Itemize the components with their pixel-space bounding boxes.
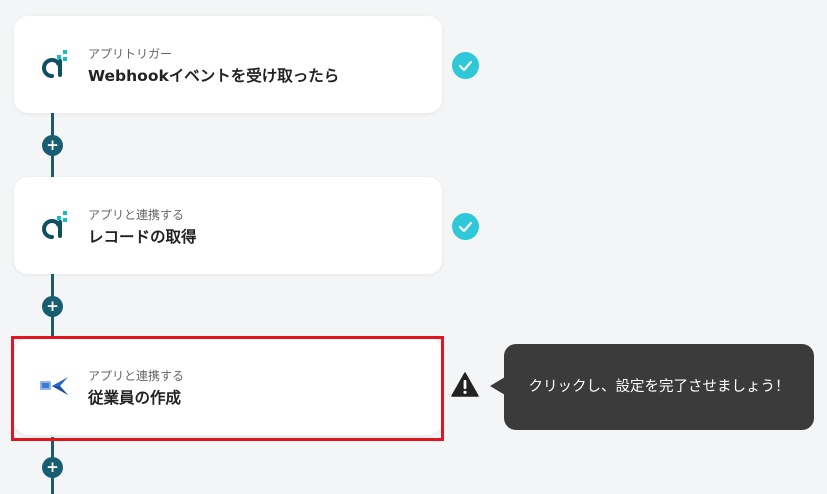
check-icon bbox=[452, 52, 479, 79]
tooltip: クリックし、設定を完了させましょう！ bbox=[504, 344, 814, 430]
flow-step-create-employee[interactable]: アプリと連携する 従業員の作成 bbox=[14, 338, 442, 435]
flow-canvas: アプリトリガー Webhookイベントを受け取ったら + アプリと連携する レコ… bbox=[0, 0, 827, 494]
check-icon bbox=[452, 213, 479, 240]
flow-step-get-record[interactable]: アプリと連携する レコードの取得 bbox=[14, 177, 442, 274]
step-subtitle: アプリトリガー bbox=[88, 47, 173, 61]
step-title: Webhookイベントを受け取ったら bbox=[88, 67, 340, 85]
yoom-d-icon bbox=[42, 50, 67, 78]
step-subtitle: アプリと連携する bbox=[88, 208, 185, 222]
flow-step-webhook-trigger[interactable]: アプリトリガー Webhookイベントを受け取ったら bbox=[14, 16, 442, 113]
add-step-button[interactable]: + bbox=[42, 296, 63, 317]
yoom-d-icon bbox=[42, 211, 67, 239]
step-title: 従業員の作成 bbox=[88, 389, 182, 407]
warning-icon bbox=[451, 372, 479, 397]
step-subtitle: アプリと連携する bbox=[88, 369, 185, 383]
step-title: レコードの取得 bbox=[88, 228, 197, 246]
add-step-button[interactable]: + bbox=[42, 135, 63, 156]
tooltip-pointer bbox=[490, 377, 505, 395]
employee-app-icon bbox=[40, 377, 68, 395]
add-step-button[interactable]: + bbox=[42, 457, 63, 478]
